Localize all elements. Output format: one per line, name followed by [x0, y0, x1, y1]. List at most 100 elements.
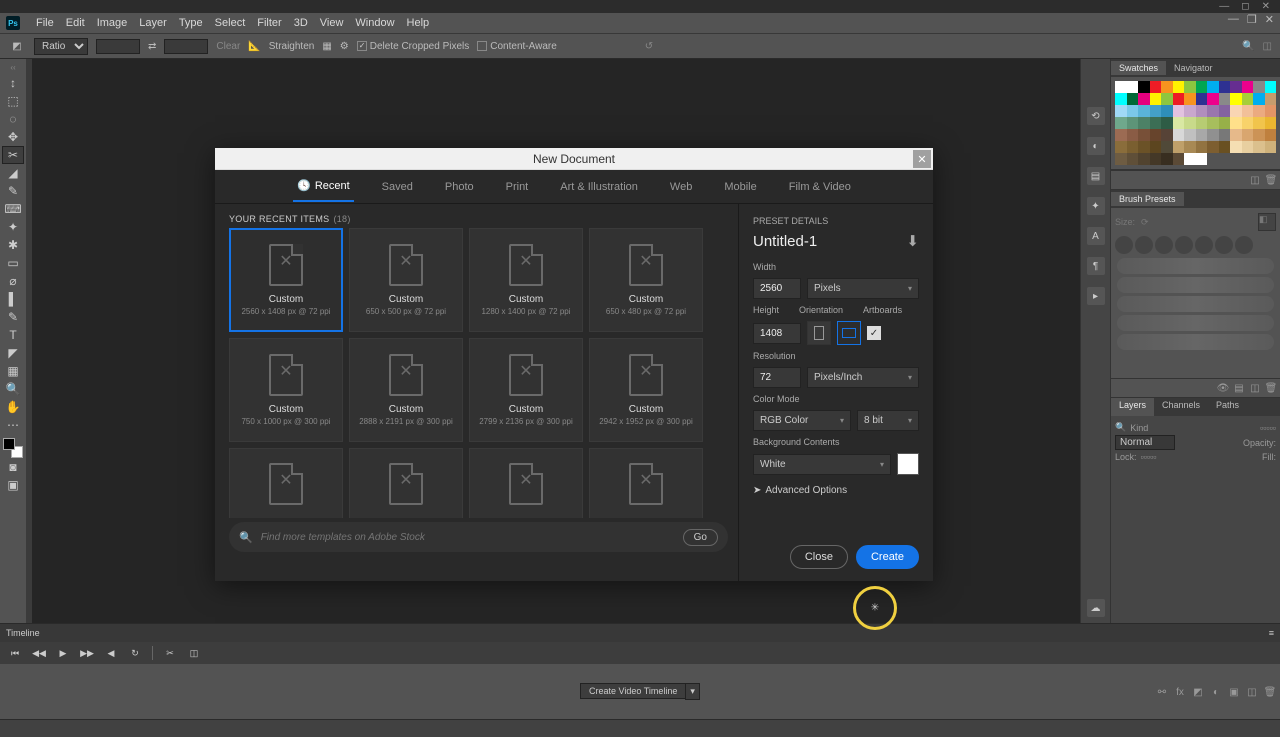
- swatch[interactable]: [1207, 81, 1219, 93]
- swatch[interactable]: [1230, 93, 1242, 105]
- menu-select[interactable]: Select: [209, 15, 252, 31]
- swatch[interactable]: [1127, 93, 1139, 105]
- swatch[interactable]: [1242, 129, 1254, 141]
- swatch[interactable]: [1184, 105, 1196, 117]
- delete-layer-icon[interactable]: 🗑: [1264, 686, 1276, 698]
- screenmode-icon[interactable]: ▣: [2, 476, 24, 494]
- swatch[interactable]: [1115, 81, 1127, 93]
- menu-layer[interactable]: Layer: [133, 15, 173, 31]
- grid-icon[interactable]: ▦: [322, 41, 331, 52]
- swatch[interactable]: [1219, 81, 1231, 93]
- tab-brush-presets[interactable]: Brush Presets: [1111, 192, 1184, 206]
- swatch[interactable]: [1219, 105, 1231, 117]
- tab-mobile[interactable]: Mobile: [720, 173, 760, 201]
- menu-image[interactable]: Image: [91, 15, 134, 31]
- swatch[interactable]: [1138, 153, 1150, 165]
- swatch[interactable]: [1265, 117, 1277, 129]
- tl-first-icon[interactable]: ⏮: [8, 646, 22, 660]
- swatch[interactable]: [1265, 129, 1277, 141]
- tab-film-video[interactable]: Film & Video: [785, 173, 855, 201]
- swatch[interactable]: [1127, 105, 1139, 117]
- reset-icon[interactable]: ↺: [645, 41, 653, 52]
- swatch[interactable]: [1265, 81, 1277, 93]
- swatch[interactable]: [1230, 81, 1242, 93]
- brush-delete-icon[interactable]: 🗑: [1265, 382, 1277, 394]
- tool-11[interactable]: ⌀: [2, 272, 24, 290]
- swatch[interactable]: [1161, 129, 1173, 141]
- tab-saved[interactable]: Saved: [378, 173, 417, 201]
- content-aware-checkbox[interactable]: [477, 41, 487, 51]
- bitdepth-select[interactable]: 8 bit▾: [857, 410, 919, 431]
- tool-9[interactable]: ✱: [2, 236, 24, 254]
- tl-back-icon[interactable]: ◀: [104, 646, 118, 660]
- tool-17[interactable]: 🔍: [2, 380, 24, 398]
- tool-3[interactable]: ✥: [2, 128, 24, 146]
- preset-item[interactable]: [469, 448, 583, 518]
- tab-photo[interactable]: Photo: [441, 173, 478, 201]
- ratio-select[interactable]: Ratio: [34, 38, 88, 55]
- swatch[interactable]: [1242, 153, 1254, 165]
- tool-0[interactable]: ↕: [2, 74, 24, 92]
- swatch[interactable]: [1196, 153, 1208, 165]
- color-swatches[interactable]: [3, 438, 23, 458]
- settings-icon[interactable]: ⚙: [340, 41, 349, 52]
- swatch[interactable]: [1115, 141, 1127, 153]
- menu-3d[interactable]: 3D: [288, 15, 314, 31]
- swatch[interactable]: [1173, 153, 1185, 165]
- tl-play-icon[interactable]: ▶: [56, 646, 70, 660]
- swatch[interactable]: [1184, 93, 1196, 105]
- orientation-landscape[interactable]: [837, 321, 861, 345]
- swatch[interactable]: [1230, 153, 1242, 165]
- layers-filter-kind[interactable]: Kind: [1130, 423, 1148, 433]
- tool-5[interactable]: ◢: [2, 164, 24, 182]
- tl-cut-icon[interactable]: ✂: [163, 646, 177, 660]
- preset-item[interactable]: Custom2799 x 2136 px @ 300 ppi: [469, 338, 583, 442]
- orientation-portrait[interactable]: [807, 321, 831, 345]
- doc-close[interactable]: ✕: [1265, 13, 1274, 26]
- preset-item[interactable]: Custom750 x 1000 px @ 300 ppi: [229, 338, 343, 442]
- tl-loop-icon[interactable]: ↻: [128, 646, 142, 660]
- swatch[interactable]: [1173, 105, 1185, 117]
- tool-13[interactable]: ✎: [2, 308, 24, 326]
- swatch[interactable]: [1207, 117, 1219, 129]
- swatch[interactable]: [1253, 105, 1265, 117]
- create-video-timeline-button[interactable]: Create Video Timeline: [580, 683, 686, 699]
- window-minimize[interactable]: —: [1219, 1, 1229, 12]
- bg-contents-select[interactable]: White▾: [753, 454, 891, 475]
- menu-help[interactable]: Help: [401, 15, 436, 31]
- preset-item[interactable]: Custom2888 x 2191 px @ 300 ppi: [349, 338, 463, 442]
- menu-view[interactable]: View: [314, 15, 350, 31]
- swatch[interactable]: [1161, 153, 1173, 165]
- swatch[interactable]: [1196, 81, 1208, 93]
- swatch[interactable]: [1242, 105, 1254, 117]
- group-icon[interactable]: ▣: [1228, 686, 1240, 698]
- tool-12[interactable]: ▌: [2, 290, 24, 308]
- tool-8[interactable]: ✦: [2, 218, 24, 236]
- swatches-grid[interactable]: [1111, 77, 1280, 169]
- swatch[interactable]: [1173, 93, 1185, 105]
- layer-style-icon[interactable]: fx: [1174, 686, 1186, 698]
- swatch[interactable]: [1150, 93, 1162, 105]
- swatch[interactable]: [1138, 93, 1150, 105]
- tool-18[interactable]: ✋: [2, 398, 24, 416]
- swatch[interactable]: [1230, 129, 1242, 141]
- create-button[interactable]: Create: [856, 545, 919, 569]
- preset-item[interactable]: Custom650 x 500 px @ 72 ppi: [349, 228, 463, 332]
- swatch[interactable]: [1127, 141, 1139, 153]
- tab-print[interactable]: Print: [502, 173, 533, 201]
- tool-15[interactable]: ◤: [2, 344, 24, 362]
- swatch[interactable]: [1150, 105, 1162, 117]
- swatch[interactable]: [1173, 129, 1185, 141]
- actions-icon[interactable]: ▸: [1087, 287, 1105, 305]
- swatch[interactable]: [1115, 93, 1127, 105]
- close-button[interactable]: Close: [790, 545, 848, 569]
- width-input[interactable]: [753, 278, 801, 299]
- swatch[interactable]: [1196, 105, 1208, 117]
- tab-navigator[interactable]: Navigator: [1166, 61, 1221, 75]
- swatch[interactable]: [1138, 81, 1150, 93]
- swatch[interactable]: [1138, 141, 1150, 153]
- history-icon[interactable]: ⟲: [1087, 107, 1105, 125]
- tab-layers[interactable]: Layers: [1111, 398, 1154, 416]
- dialog-close-icon[interactable]: ✕: [913, 150, 931, 168]
- resolution-input[interactable]: [753, 367, 801, 388]
